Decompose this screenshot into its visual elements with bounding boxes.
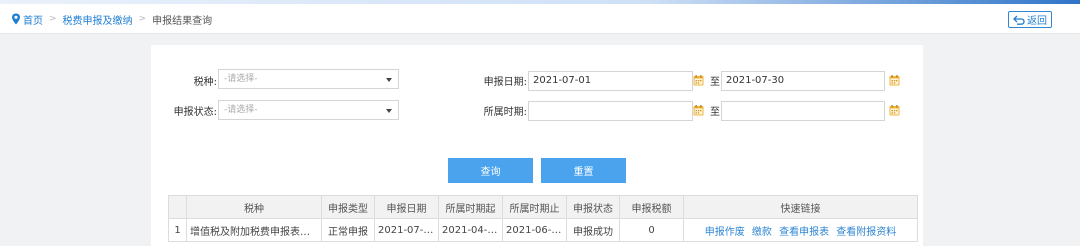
column-header-declare-type: 申报类型: [321, 195, 375, 219]
location-pin-icon: [12, 13, 20, 25]
declare-status-select[interactable]: -请选择-: [218, 100, 399, 120]
column-header-declare-date: 申报日期: [374, 195, 439, 219]
declare-date-from-value: 2021-07-01: [533, 75, 592, 86]
return-arrow-icon: [1013, 15, 1025, 25]
row-tax-type: 增值税及附加税费申报表（...: [186, 218, 322, 242]
row-period-start: 2021-04-01: [438, 218, 503, 242]
row-declare-type: 正常申报: [321, 218, 375, 242]
void-declaration-link[interactable]: 申报作废: [705, 227, 745, 238]
view-attachments-link[interactable]: 查看附报资料: [836, 227, 896, 238]
reset-button[interactable]: 重置: [541, 158, 626, 183]
row-amount: 0: [619, 218, 684, 242]
declare-date-to-value: 2021-07-30: [726, 75, 785, 86]
declare-date-to-input[interactable]: 2021-07-30: [721, 71, 885, 91]
tax-type-select[interactable]: -请选择-: [218, 69, 399, 89]
row-index: 1: [168, 218, 187, 242]
declare-status-placeholder: -请选择-: [224, 105, 258, 115]
calendar-icon[interactable]: [693, 105, 704, 116]
declare-date-to-label: 至: [710, 77, 720, 88]
breadcrumb-current-page: 申报结果查询: [152, 15, 213, 27]
row-declare-date: 2021-07-30: [374, 218, 439, 242]
period-to-label: 至: [710, 107, 720, 118]
row-quick-links: 申报作废 缴款 查看申报表 查看附报资料: [683, 218, 918, 242]
column-header-amount: 申报税额: [619, 195, 684, 219]
table-header-row: 税种 申报类型 申报日期 所属时期起 所属时期止 申报状态 申报税额 快速链接: [168, 195, 918, 219]
table-row: 1 增值税及附加税费申报表（... 正常申报 2021-07-30 2021-0…: [168, 218, 918, 242]
breadcrumb-separator: >: [49, 14, 57, 24]
query-button[interactable]: 查询: [448, 158, 533, 183]
breadcrumb-home-link[interactable]: 首页: [23, 12, 43, 27]
column-header-tax-type: 税种: [186, 195, 322, 219]
column-header-period-start: 所属时期起: [438, 195, 503, 219]
back-button[interactable]: 返回: [1008, 11, 1052, 28]
calendar-icon[interactable]: [693, 75, 704, 86]
column-header-period-end: 所属时期止: [502, 195, 567, 219]
row-status: 申报成功: [566, 218, 620, 242]
declare-date-label: 申报日期:: [483, 77, 527, 88]
payment-link[interactable]: 缴款: [752, 227, 772, 238]
calendar-icon[interactable]: [889, 105, 900, 116]
breadcrumb-separator: >: [138, 14, 147, 24]
tax-type-label: 税种:: [193, 77, 217, 88]
back-button-label: 返回: [1027, 16, 1047, 27]
declare-date-from-input[interactable]: 2021-07-01: [528, 71, 693, 91]
view-declaration-form-link[interactable]: 查看申报表: [779, 227, 829, 238]
breadcrumb-section-link[interactable]: 税费申报及缴纳: [63, 12, 133, 27]
declare-status-label: 申报状态:: [173, 107, 217, 118]
period-label: 所属时期:: [483, 107, 527, 118]
results-table: 税种 申报类型 申报日期 所属时期起 所属时期止 申报状态 申报税额 快速链接 …: [168, 195, 918, 242]
caret-down-icon: [386, 109, 392, 113]
column-header-quick-links: 快速链接: [683, 195, 918, 219]
calendar-icon[interactable]: [889, 75, 900, 86]
query-panel: 税种: -请选择- 申报日期: 2021-07-01 至 2021-07-30 …: [151, 45, 923, 246]
row-period-end: 2021-06-30: [502, 218, 567, 242]
period-from-input[interactable]: [528, 101, 693, 121]
caret-down-icon: [386, 78, 392, 82]
period-to-input[interactable]: [721, 101, 885, 121]
breadcrumb-bar: 首页 > 税费申报及缴纳 > 申报结果查询 返回: [0, 4, 1080, 34]
breadcrumb: 首页 > 税费申报及缴纳 > 申报结果查询: [11, 12, 213, 27]
column-header-status: 申报状态: [566, 195, 620, 219]
column-header-index: [168, 195, 187, 219]
tax-type-placeholder: -请选择-: [224, 74, 258, 84]
